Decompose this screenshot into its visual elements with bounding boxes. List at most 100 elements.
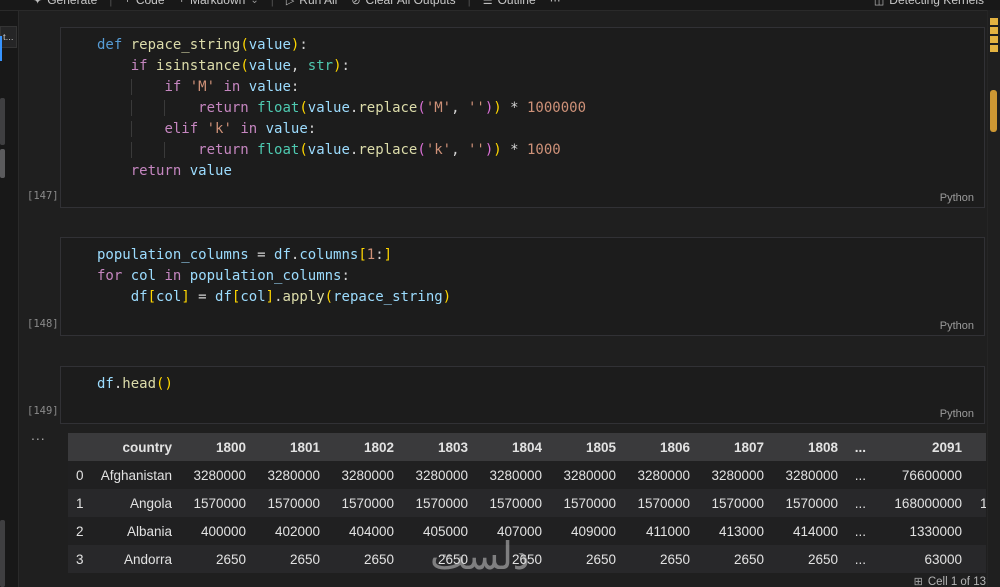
cell-value: 3280000 [637,467,690,483]
scrollbar-track[interactable] [987,10,1000,587]
toolbar-detecting-kernels[interactable]: ◫ Detecting Kernels [874,0,984,10]
code-cell-147[interactable]: def repace_string(value): if isinstance(… [60,27,985,208]
code-line: return float(value.replace('M', '')) * 1… [97,98,976,119]
toolbar-outline[interactable]: ☰ Outline [478,0,541,7]
toolbar-item-label: Clear All Outputs [365,0,456,7]
active-indicator-bar [0,36,2,61]
left-scrollbar-segment-3[interactable] [0,520,5,587]
toolbar-items: ✦ Generate | + Code + Markdown ⌄ | ▷ Run All ⊘ Clear… [28,0,566,10]
chevron-down-icon: ⌄ [250,0,259,6]
cell-value: 1570000 [267,495,320,511]
cell-value: 3280000 [341,467,394,483]
scroll-marker-warning-4 [990,45,998,52]
table-row: 1 Angola 1570000 1570000 1570000 1570000 15700… [68,489,986,517]
cell-value: 407000 [496,523,542,539]
cell-status-indicator: ⊞ Cell 1 of 13 [914,575,986,587]
column-header [972,433,986,461]
run-all-icon: ▷ [285,0,295,7]
toolbar-item-label: Run All [299,0,338,7]
cell-value: 411000 [645,523,690,539]
code-line: def repace_string(value): [97,37,308,53]
column-header: country [90,433,182,461]
cell-value: 63000 [924,551,962,567]
cell-value: 405000 [422,523,468,539]
toolbar-separator: | [270,0,274,7]
code-line: elif 'k' in value: [97,119,976,140]
clear-all-outputs-icon: ⊘ [351,0,361,7]
code-line: df[col] = df[col].apply(repace_string) [130,289,452,305]
toolbar-separator: | [109,0,113,7]
collapsed-panel-tab[interactable]: t... [0,26,17,48]
cell-value: 76600000 [901,467,962,483]
toolbar-detecting-kernels-label: Detecting Kernels [889,0,984,7]
cell-value [972,545,986,573]
generate-icon: ✦ [33,0,43,7]
scroll-marker-block [990,90,997,132]
cell-value: 1570000 [711,495,764,511]
row-index: 3 [76,551,84,567]
column-header: 1802 [330,433,404,461]
code-line: for col in population_columns: [97,268,350,284]
code-cell-148[interactable]: population_columns = df.columns[1:] for c… [60,237,985,336]
code-cell-149[interactable]: df.head() Python [60,366,985,424]
code-line: return value [130,163,232,179]
toolbar-generate[interactable]: ✦ Generate [28,0,102,7]
toolbar-markdown[interactable]: + Markdown ⌄ [174,0,264,7]
cell-language-picker[interactable]: Python [940,192,974,204]
cell-value: 3280000 [489,467,542,483]
column-header: 1807 [700,433,774,461]
cell-value: 1330000 [909,523,962,539]
toolbar-item-label: Outline [497,0,536,7]
code-editor-149[interactable]: df.head() [97,374,976,395]
code-editor-148[interactable]: population_columns = df.columns[1:] for c… [97,245,976,308]
grid-icon: ⊞ [913,576,923,587]
notebook-toolbar: ✦ Generate | + Code + Markdown ⌄ | ▷ Run All ⊘ Clear… [0,0,1000,11]
toolbar-item-label: Markdown [189,0,246,7]
row-index: 2 [76,523,84,539]
code-line: return float(value.replace('k', '')) * 1… [97,140,976,161]
cell-value: 168000000 [894,495,962,511]
code-line: if isinstance(value, str): [130,58,350,74]
cell-value: 1570000 [341,495,394,511]
column-header: 1808 [774,433,848,461]
output-collapsed-indicator[interactable]: ... [31,427,46,443]
cell-value: 1570000 [415,495,468,511]
code-editor-147[interactable]: def repace_string(value): if isinstance(… [97,35,976,182]
more-icon: ⋯ [549,0,561,7]
code-line: if 'M' in value: [97,77,976,98]
cell-value: Angola [129,495,172,511]
code-line: df.head() [97,376,173,392]
cell-value: 2650 [289,551,320,567]
cell-value: 3280000 [267,467,320,483]
cell-value: 2650 [511,551,542,567]
cell-value [972,517,986,545]
toolbar-more[interactable]: ⋯ [545,0,566,7]
cell-status-label: Cell 1 of 13 [927,575,986,587]
column-header: 1803 [404,433,478,461]
cell-language-picker[interactable]: Python [940,408,974,420]
cell-value: 2650 [437,551,468,567]
execution-count-147: [147] [27,190,59,202]
table-row: 3 Andorra 2650 2650 2650 2650 2650 2650 2650 2650… [68,545,986,573]
dataframe-table: country 1800 1801 1802 1803 1804 1805 1806 1807 1… [68,433,986,573]
cell-value: 2650 [659,551,690,567]
column-header [68,433,90,461]
column-header: 1800 [182,433,256,461]
toolbar-separator: | [467,0,471,7]
cell-language-picker[interactable]: Python [940,320,974,332]
left-scrollbar-segment-1[interactable] [0,98,5,145]
cell-value: 1570000 [785,495,838,511]
kernel-icon: ◫ [873,0,885,7]
toolbar-item-label: Generate [47,0,98,7]
cell-value: Afghanistan [100,467,172,483]
cell-value: ... [854,523,866,539]
toolbar-clear-all-outputs[interactable]: ⊘ Clear All Outputs [346,0,460,7]
cell-value: 3280000 [785,467,838,483]
column-header: ... [848,433,876,461]
cell-value: 2650 [585,551,616,567]
toolbar-run-all[interactable]: ▷ Run All [281,0,343,7]
outline-icon: ☰ [482,0,493,7]
toolbar-code[interactable]: + Code [119,0,169,7]
left-scrollbar-segment-2[interactable] [0,149,5,178]
scroll-marker-warning-3 [990,36,998,43]
